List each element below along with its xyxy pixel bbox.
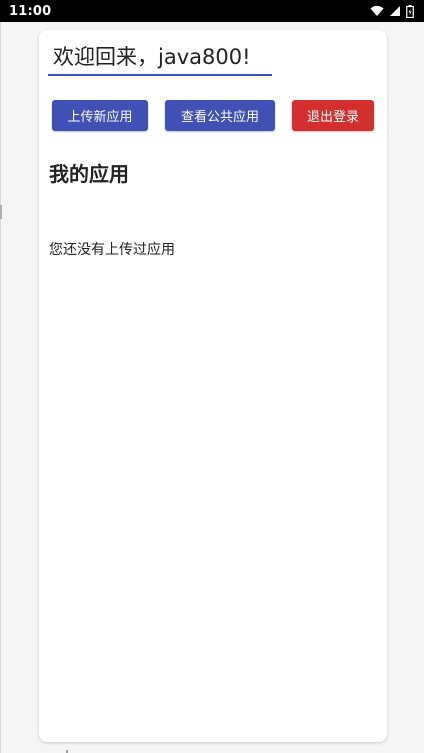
wifi-icon: [370, 5, 384, 17]
cellular-signal-icon: [389, 5, 401, 17]
edge-handle: [0, 205, 2, 219]
main-card: 欢迎回来，java800! 上传新应用 查看公共应用 退出登录 我的应用 您还没…: [39, 30, 387, 742]
view-public-apps-button[interactable]: 查看公共应用: [165, 100, 275, 131]
status-bar: 11:00: [0, 0, 424, 22]
upload-new-app-button[interactable]: 上传新应用: [52, 100, 148, 131]
status-time: 11:00: [9, 3, 52, 19]
status-icons: [370, 4, 414, 18]
my-apps-title: 我的应用: [49, 162, 129, 186]
empty-apps-message: 您还没有上传过应用: [49, 242, 175, 258]
battery-icon: [406, 4, 414, 18]
window-edge: [0, 22, 1, 753]
logout-button[interactable]: 退出登录: [292, 100, 374, 131]
welcome-heading: 欢迎回来，java800!: [48, 42, 272, 76]
